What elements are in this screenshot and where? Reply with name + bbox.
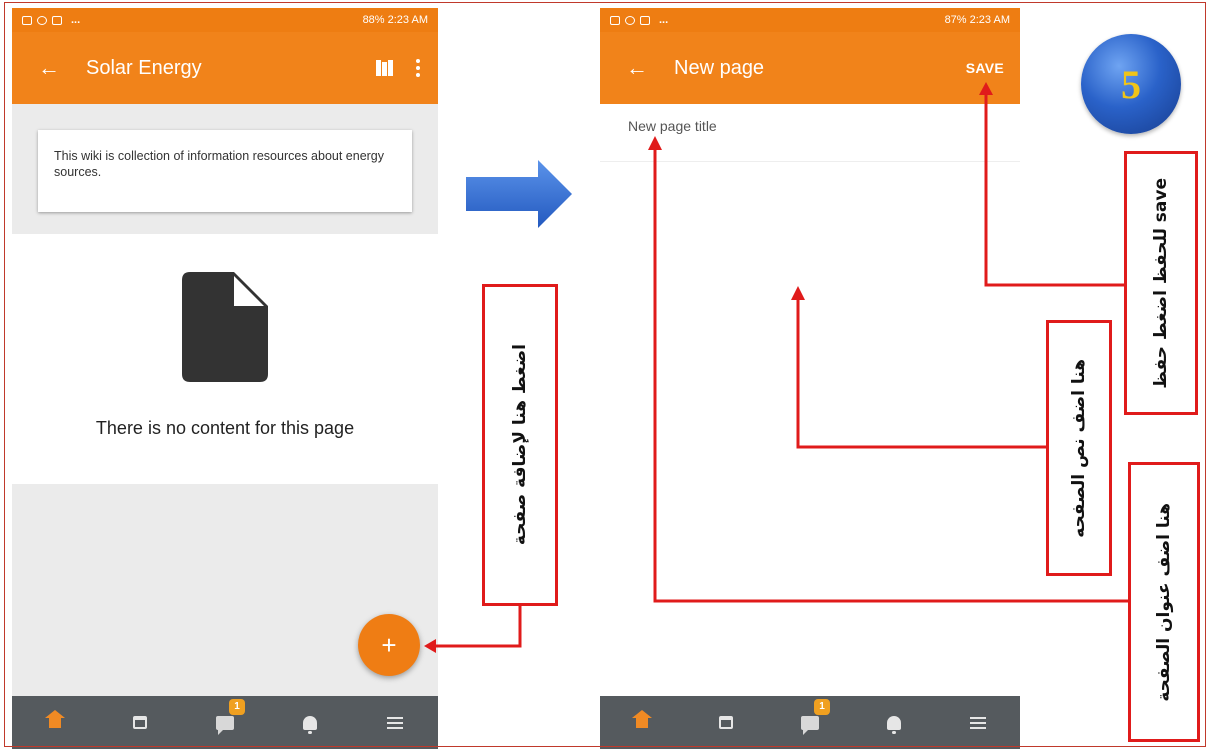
nav-calendar[interactable] xyxy=(706,703,746,743)
home-icon xyxy=(632,709,652,730)
menu-icon xyxy=(970,716,986,729)
annotation-save-text: للحفظ اضغط حفظ save xyxy=(1151,177,1171,389)
message-count-badge: 1 xyxy=(814,698,830,715)
save-button[interactable]: SAVE xyxy=(950,60,1020,76)
notification-icons: ... xyxy=(610,14,668,26)
message-count-badge: 1 xyxy=(228,698,245,715)
document-icon xyxy=(182,272,268,382)
calendar-icon xyxy=(719,716,733,729)
bottom-navigation: 1 xyxy=(600,696,1020,749)
page-title: New page xyxy=(674,56,765,79)
back-arrow-icon[interactable]: ← xyxy=(12,55,86,81)
empty-content-area: There is no content for this page xyxy=(12,234,438,484)
phone-screen-wiki: ... 88% 2:23 AM ← Solar Energy This wiki… xyxy=(12,8,438,749)
page-title: Solar Energy xyxy=(86,56,202,79)
bottom-navigation: 1 xyxy=(12,696,438,749)
wiki-description-card: This wiki is collection of information r… xyxy=(38,130,412,212)
phone-screen-new-page: ... 87% 2:23 AM ← New page SAVE New page… xyxy=(600,8,1020,749)
nav-calendar[interactable] xyxy=(120,703,160,743)
status-text: 88% 2:23 AM xyxy=(362,14,428,26)
wiki-header-area: This wiki is collection of information r… xyxy=(12,104,438,234)
add-page-button[interactable]: + xyxy=(358,614,420,676)
annotation-save: للحفظ اضغط حفظ save xyxy=(1124,151,1198,415)
nav-notifications[interactable] xyxy=(290,703,330,743)
nav-menu[interactable] xyxy=(958,703,998,743)
bell-icon xyxy=(887,715,901,734)
annotation-page-title-text: هنا اضف عنوان الصفحة xyxy=(1154,502,1174,702)
status-bar: ... 88% 2:23 AM xyxy=(12,8,438,32)
nav-menu[interactable] xyxy=(375,703,415,743)
next-step-arrow xyxy=(466,160,572,228)
annotation-page-text: هنا اضف نص الصفحه xyxy=(1046,320,1112,576)
status-bar: ... 87% 2:23 AM xyxy=(600,8,1020,32)
more-options-icon[interactable] xyxy=(416,59,420,77)
annotation-add-page: اضغط هنا لإضافة صفحة xyxy=(482,284,558,606)
notification-icons: ... xyxy=(22,14,80,26)
map-icon[interactable] xyxy=(376,60,394,76)
nav-messages[interactable]: 1 xyxy=(790,698,830,743)
step-number-badge: 5 xyxy=(1081,34,1181,134)
app-bar: ← Solar Energy xyxy=(12,32,438,104)
menu-icon xyxy=(387,716,404,729)
app-bar: ← New page SAVE xyxy=(600,32,1020,104)
nav-messages[interactable]: 1 xyxy=(205,698,245,743)
annotation-page-title: هنا اضف عنوان الصفحة xyxy=(1128,462,1200,742)
chat-icon xyxy=(215,715,234,735)
nav-home[interactable] xyxy=(35,703,75,743)
nav-notifications[interactable] xyxy=(874,703,914,743)
home-icon xyxy=(44,709,65,730)
annotation-add-page-text: اضغط هنا لإضافة صفحة xyxy=(510,344,530,546)
status-text: 87% 2:23 AM xyxy=(944,14,1010,26)
annotation-page-text-label: هنا اضف نص الصفحه xyxy=(1069,358,1089,538)
page-title-input[interactable]: New page title xyxy=(600,104,1020,162)
bell-icon xyxy=(303,715,318,734)
back-arrow-icon[interactable]: ← xyxy=(600,55,674,81)
connector-add-page xyxy=(432,606,522,648)
calendar-icon xyxy=(132,716,147,729)
nav-home[interactable] xyxy=(622,703,662,743)
empty-state-text: There is no content for this page xyxy=(95,418,355,438)
chat-icon xyxy=(801,715,819,735)
